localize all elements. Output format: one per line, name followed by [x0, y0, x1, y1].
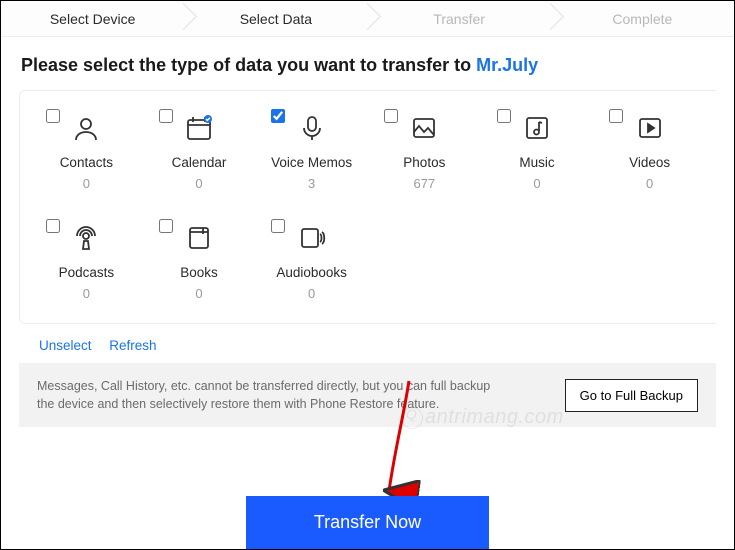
category-count: 0 — [195, 176, 202, 191]
step-label: Complete — [612, 11, 672, 27]
microphone-icon — [297, 113, 327, 143]
category-checkbox[interactable] — [46, 219, 60, 233]
category-count: 0 — [83, 286, 90, 301]
category-label: Photos — [403, 155, 445, 170]
category-count: 0 — [83, 176, 90, 191]
category-label: Audiobooks — [276, 265, 347, 280]
category-count: 0 — [308, 286, 315, 301]
music-icon — [522, 113, 552, 143]
category-checkbox[interactable] — [497, 109, 511, 123]
panel-links: Unselect Refresh — [1, 324, 734, 353]
transfer-now-button[interactable]: Transfer Now — [246, 496, 489, 549]
audiobooks-icon — [297, 223, 327, 253]
transfer-wrap: Transfer Now — [1, 496, 734, 549]
refresh-link[interactable]: Refresh — [109, 338, 156, 353]
category-label: Calendar — [172, 155, 227, 170]
category-podcasts[interactable]: Podcasts 0 — [30, 219, 143, 301]
category-checkbox[interactable] — [609, 109, 623, 123]
category-checkbox[interactable] — [159, 109, 173, 123]
step-label: Transfer — [433, 11, 485, 27]
category-checkbox[interactable] — [271, 219, 285, 233]
category-label: Podcasts — [59, 265, 115, 280]
category-count: 0 — [533, 176, 540, 191]
data-type-panel: Contacts 0 Calendar 0 Voice Memos 3 Phot… — [19, 90, 716, 324]
calendar-icon — [184, 113, 214, 143]
category-books[interactable]: Books 0 — [143, 219, 256, 301]
category-count: 0 — [646, 176, 653, 191]
category-music[interactable]: Music 0 — [481, 109, 594, 191]
category-photos[interactable]: Photos 677 — [368, 109, 481, 191]
category-count: 677 — [413, 176, 435, 191]
category-label: Contacts — [60, 155, 113, 170]
category-contacts[interactable]: Contacts 0 — [30, 109, 143, 191]
step-label: Select Device — [50, 11, 136, 27]
heading-text: Please select the type of data you want … — [21, 55, 476, 75]
data-type-grid: Contacts 0 Calendar 0 Voice Memos 3 Phot… — [30, 109, 706, 301]
contacts-icon — [71, 113, 101, 143]
step-label: Select Data — [240, 11, 312, 27]
category-count: 0 — [195, 286, 202, 301]
unselect-link[interactable]: Unselect — [39, 338, 92, 353]
target-device-name: Mr.July — [476, 55, 538, 75]
category-count: 3 — [308, 176, 315, 191]
category-videos[interactable]: Videos 0 — [593, 109, 706, 191]
category-label: Music — [519, 155, 554, 170]
step-complete: Complete — [551, 1, 734, 36]
podcasts-icon — [71, 223, 101, 253]
category-checkbox[interactable] — [159, 219, 173, 233]
photos-icon — [409, 113, 439, 143]
step-select-data: Select Data — [184, 1, 367, 36]
category-calendar[interactable]: Calendar 0 — [143, 109, 256, 191]
category-checkbox[interactable] — [46, 109, 60, 123]
category-label: Voice Memos — [271, 155, 352, 170]
info-bar: Messages, Call History, etc. cannot be t… — [19, 363, 716, 427]
step-select-device: Select Device — [1, 1, 184, 36]
info-message: Messages, Call History, etc. cannot be t… — [37, 377, 507, 413]
category-label: Videos — [629, 155, 670, 170]
step-transfer: Transfer — [368, 1, 551, 36]
category-checkbox[interactable] — [271, 109, 285, 123]
category-checkbox[interactable] — [384, 109, 398, 123]
category-audiobooks[interactable]: Audiobooks 0 — [255, 219, 368, 301]
page-title: Please select the type of data you want … — [1, 37, 734, 90]
category-label: Books — [180, 265, 218, 280]
category-voice-memos[interactable]: Voice Memos 3 — [255, 109, 368, 191]
videos-icon — [635, 113, 665, 143]
full-backup-button[interactable]: Go to Full Backup — [565, 379, 698, 412]
stepper: Select Device Select Data Transfer Compl… — [1, 1, 734, 37]
books-icon — [184, 223, 214, 253]
